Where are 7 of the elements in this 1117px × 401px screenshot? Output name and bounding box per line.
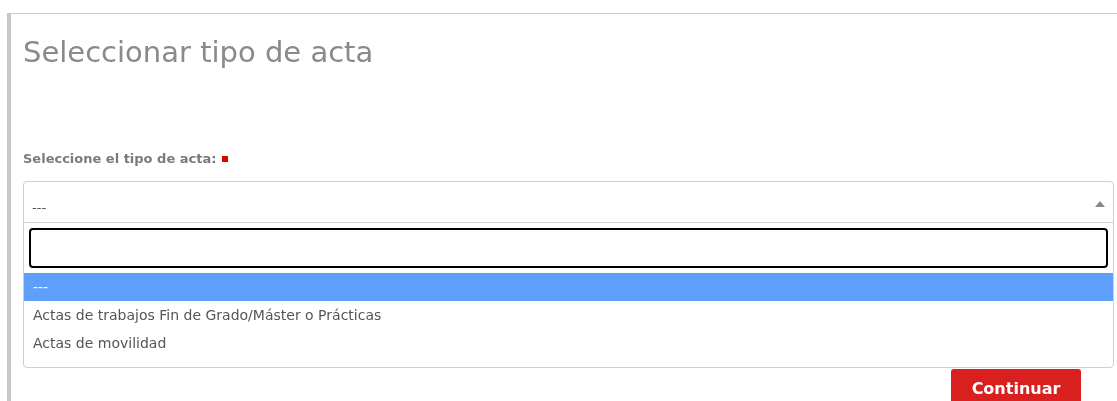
select-field[interactable]: --- bbox=[23, 181, 1114, 223]
search-field[interactable] bbox=[29, 228, 1108, 268]
field-label: Seleccione el tipo de acta: bbox=[23, 150, 217, 169]
caret-up-icon bbox=[1095, 201, 1105, 207]
page-title: Seleccionar tipo de acta bbox=[23, 34, 375, 71]
continue-button[interactable]: Continuar bbox=[951, 369, 1081, 401]
select-value: --- bbox=[32, 199, 47, 218]
